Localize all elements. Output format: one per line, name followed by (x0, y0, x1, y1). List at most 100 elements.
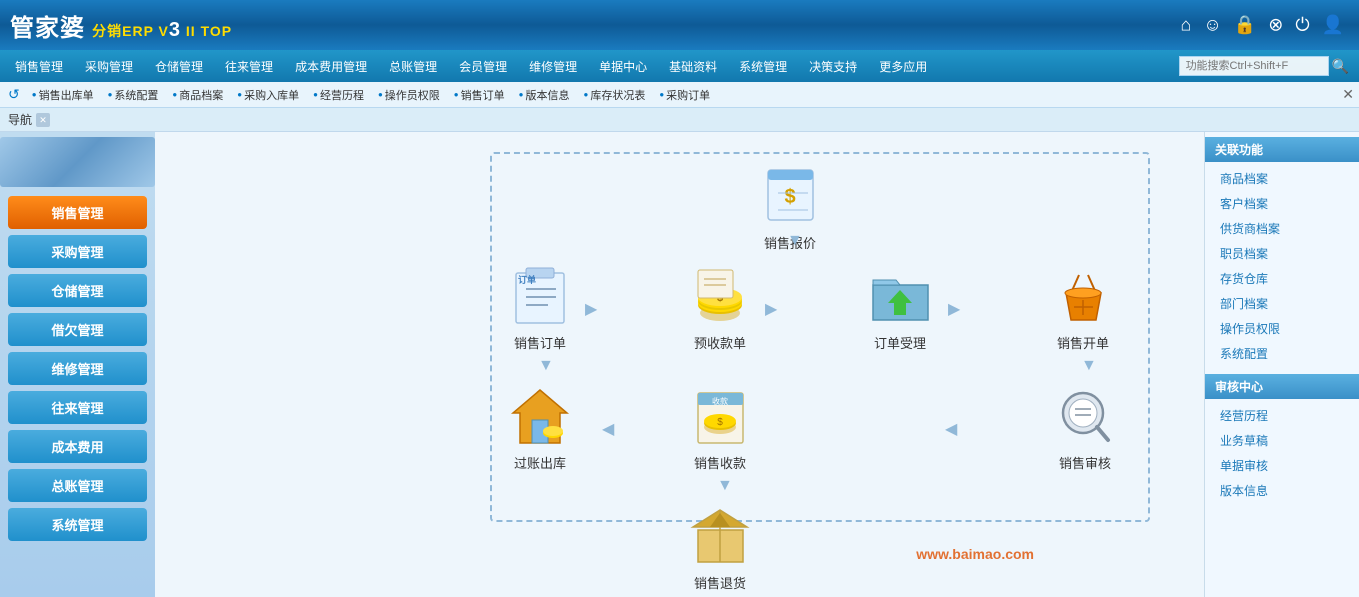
nav-transactions[interactable]: 往来管理 (215, 54, 283, 79)
nav-bills[interactable]: 单据中心 (589, 54, 657, 79)
sidebar-item-ledger[interactable]: 总账管理 (8, 469, 147, 502)
arrow-pre-right: ▶ (765, 299, 777, 319)
tab-purchase-inbound[interactable]: ●采购入库单 (231, 85, 305, 105)
tab-inventory-status[interactable]: ●库存状况表 (577, 85, 651, 105)
lock-icon[interactable]: 🔒 (1234, 15, 1256, 36)
nav-purchase[interactable]: 采购管理 (75, 54, 143, 79)
sales-order-icon: 订单 (505, 262, 575, 327)
sales-quote-icon: $ (755, 162, 825, 227)
right-section-title-0: 关联功能 (1205, 137, 1359, 162)
arrow-quote-down: ▼ (787, 232, 803, 250)
sales-return-icon (685, 502, 755, 567)
right-link-doc-audit[interactable]: 单据审核 (1205, 453, 1359, 478)
sidebar-item-repair[interactable]: 维修管理 (8, 352, 147, 385)
nav-label-bar: 导航 ✕ (0, 108, 1359, 132)
flow-node-sales-receipt[interactable]: 收款 $ 销售收款 (685, 382, 755, 472)
arrow-receipt-down: ▼ (717, 477, 733, 495)
search-icon[interactable]: 🔍 (1332, 58, 1349, 75)
sales-receipt-icon: 收款 $ (685, 382, 755, 447)
tab-sales-outbound[interactable]: ●销售出库单 (26, 85, 100, 105)
sales-open-label: 销售开单 (1057, 333, 1109, 352)
right-link-customer-file[interactable]: 客户档案 (1205, 191, 1359, 216)
tab-goods-file[interactable]: ●商品档案 (166, 85, 229, 105)
flow-node-order-process[interactable]: 订单受理 (865, 262, 935, 352)
right-link-biz-history[interactable]: 经营历程 (1205, 403, 1359, 428)
center-content: $ 销售报价 ▼ (155, 132, 1204, 597)
sidebar-item-purchase[interactable]: 采购管理 (8, 235, 147, 268)
main-layout: 销售管理 采购管理 仓储管理 借欠管理 维修管理 往来管理 成本费用 总账管理 … (0, 132, 1359, 597)
sidebar-item-warehouse[interactable]: 仓储管理 (8, 274, 147, 307)
post-stock-label: 过账出库 (514, 453, 566, 472)
nav-warehouse[interactable]: 仓储管理 (145, 54, 213, 79)
logo: 管家婆 分销ERP V3 II TOP (10, 8, 232, 43)
nav-base[interactable]: 基础资料 (659, 54, 727, 79)
sidebar-item-cost[interactable]: 成本费用 (8, 430, 147, 463)
nav-sales[interactable]: 销售管理 (5, 54, 73, 79)
right-divider (1205, 366, 1359, 374)
tab-version-info[interactable]: ●版本信息 (513, 85, 576, 105)
power-icon[interactable]: ⏻ (1295, 15, 1309, 36)
svg-text:订单: 订单 (518, 274, 536, 285)
svg-text:$: $ (784, 186, 795, 208)
tab-icon-refresh[interactable]: ↺ (8, 86, 20, 103)
nav-repair[interactable]: 维修管理 (519, 54, 587, 79)
right-link-inventory-warehouse[interactable]: 存货仓库 (1205, 266, 1359, 291)
header-icons: ⌂ ☺ 🔒 ⊗ ⏻ 👤 (1181, 15, 1344, 36)
left-sidebar: 销售管理 采购管理 仓储管理 借欠管理 维修管理 往来管理 成本费用 总账管理 … (0, 132, 155, 597)
right-link-staff-file[interactable]: 职员档案 (1205, 241, 1359, 266)
flow-node-post-stock[interactable]: 过账出库 (505, 382, 575, 472)
sales-open-icon (1048, 262, 1118, 327)
flow-diagram: $ 销售报价 ▼ (195, 152, 1164, 582)
arrow-process-right: ▶ (948, 299, 960, 319)
flow-node-sales-audit[interactable]: 销售审核 (1050, 382, 1120, 472)
prepayment-icon: $ (685, 262, 755, 327)
order-process-label: 订单受理 (874, 333, 926, 352)
right-link-biz-draft[interactable]: 业务草稿 (1205, 428, 1359, 453)
nav-cost[interactable]: 成本费用管理 (285, 54, 377, 79)
right-link-supplier-file[interactable]: 供货商档案 (1205, 216, 1359, 241)
flow-node-sales-return[interactable]: 销售退货 (685, 502, 755, 592)
close-icon[interactable]: ⊗ (1268, 15, 1283, 36)
sidebar-item-debt[interactable]: 借欠管理 (8, 313, 147, 346)
search-input[interactable] (1179, 56, 1329, 76)
user-icon[interactable]: ☺ (1203, 15, 1221, 36)
sales-audit-icon (1050, 382, 1120, 447)
sales-audit-label: 销售审核 (1059, 453, 1111, 472)
sidebar-item-system[interactable]: 系统管理 (8, 508, 147, 541)
nav-more[interactable]: 更多应用 (869, 54, 937, 79)
logo-main: 管家婆 (10, 15, 85, 42)
nav-decision[interactable]: 决策支持 (799, 54, 867, 79)
flow-node-sales-open[interactable]: 销售开单 (1048, 262, 1118, 352)
svg-text:收款: 收款 (712, 396, 728, 406)
flow-node-prepayment[interactable]: $ 预收款单 (685, 262, 755, 352)
tab-system-config[interactable]: ●系统配置 (102, 85, 165, 105)
sales-order-label: 销售订单 (514, 333, 566, 352)
nav-label-close[interactable]: ✕ (36, 113, 50, 127)
sales-receipt-label: 销售收款 (694, 453, 746, 472)
sidebar-logo-area (0, 137, 155, 187)
tab-operator-perm[interactable]: ●操作员权限 (372, 85, 446, 105)
nav-member[interactable]: 会员管理 (449, 54, 517, 79)
prepayment-label: 预收款单 (694, 333, 746, 352)
nav-system[interactable]: 系统管理 (729, 54, 797, 79)
tab-sales-order[interactable]: ●销售订单 (448, 85, 511, 105)
svg-text:$: $ (717, 417, 723, 428)
home-icon[interactable]: ⌂ (1181, 15, 1192, 36)
flow-node-sales-order[interactable]: 订单 销售订单 (505, 262, 575, 352)
account-icon[interactable]: 👤 (1322, 15, 1344, 36)
tab-biz-history[interactable]: ●经营历程 (307, 85, 370, 105)
arrow-order-right: ▶ (585, 299, 597, 319)
sidebar-item-sales[interactable]: 销售管理 (8, 196, 147, 229)
arrow-audit-left: ◀ (945, 419, 957, 439)
right-link-version-info[interactable]: 版本信息 (1205, 478, 1359, 503)
arrow-order-down: ▼ (538, 357, 554, 375)
nav-ledger[interactable]: 总账管理 (379, 54, 447, 79)
right-link-operator-perm[interactable]: 操作员权限 (1205, 316, 1359, 341)
arrow-open-down: ▼ (1081, 357, 1097, 375)
right-link-dept-file[interactable]: 部门档案 (1205, 291, 1359, 316)
right-link-system-config[interactable]: 系统配置 (1205, 341, 1359, 366)
tab-purchase-order[interactable]: ●采购订单 (653, 85, 716, 105)
tabs-close[interactable]: ✕ (1342, 86, 1354, 103)
sidebar-item-transactions[interactable]: 往来管理 (8, 391, 147, 424)
right-link-goods-file[interactable]: 商品档案 (1205, 166, 1359, 191)
